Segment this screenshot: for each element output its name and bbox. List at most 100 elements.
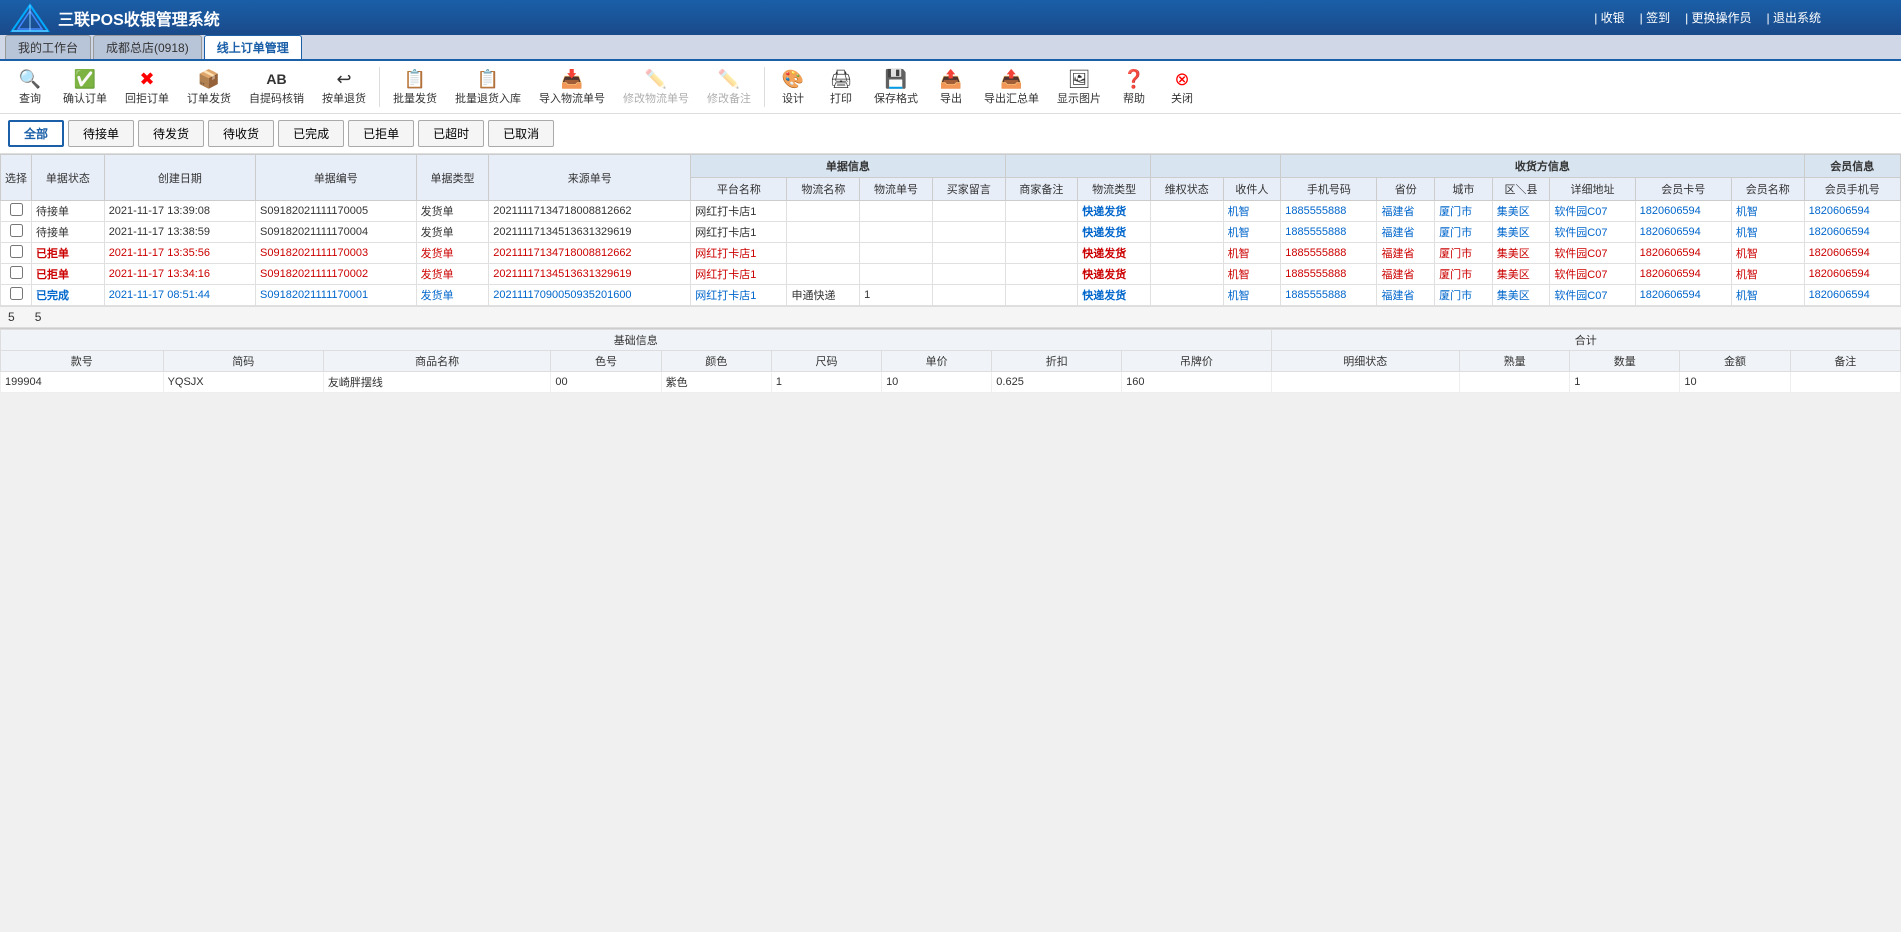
group-order-info: 单据信息 [691,155,1005,178]
send-label: 订单发货 [187,90,231,106]
detail-col-color-code: 色号 [551,351,661,372]
row-checkbox[interactable] [1,285,32,306]
col-status: 单据状态 [32,155,105,201]
row-city: 厦门市 [1435,285,1493,306]
detail-section: 基础信息 合计 款号 简码 商品名称 色号 颜色 尺码 单价 折扣 吊牌价 明细… [0,328,1901,393]
design-icon: 🎨 [782,68,804,90]
col-date: 创建日期 [104,155,255,201]
row-member-name: 机智 [1731,264,1804,285]
print-button[interactable]: 🖨 打印 [819,65,863,109]
return-icon: ↩ [336,68,351,90]
row-checkbox[interactable] [1,264,32,285]
table-row[interactable]: 待接单 2021-11-17 13:39:08 S091820211111700… [1,201,1901,222]
row-member-card: 1820606594 [1635,243,1731,264]
row-logistics-name [787,243,860,264]
close-button[interactable]: ⊗ 关闭 [1160,65,1204,109]
row-member-name: 机智 [1731,243,1804,264]
row-checkbox[interactable] [1,243,32,264]
filter-waiting[interactable]: 待接单 [68,120,134,147]
export-merge-button[interactable]: 📤 导出汇总单 [977,65,1046,109]
tab-online-order[interactable]: 线上订单管理 [204,35,302,59]
detail-col-note: 备注 [1790,351,1900,372]
import-label: 导入物流单号 [539,90,605,106]
table-row[interactable]: 已拒单 2021-11-17 13:35:56 S091820211111700… [1,243,1901,264]
row-address: 软件园C07 [1550,285,1635,306]
group-logistics [1150,155,1280,178]
print-icon: 🖨 [830,68,853,90]
table-row[interactable]: 已拒单 2021-11-17 13:34:16 S091820211111700… [1,264,1901,285]
row-address: 软件园C07 [1550,222,1635,243]
detail-row[interactable]: 199904 YQSJX 友崎胖摆线 00 紫色 1 10 0.625 160 … [1,372,1901,393]
detail-name: 友崎胖摆线 [323,372,551,393]
export-merge-icon: 📤 [1000,68,1022,90]
filter-completed[interactable]: 已完成 [278,120,344,147]
tab-work[interactable]: 我的工作台 [5,35,91,59]
filter-to-receive[interactable]: 待收货 [208,120,274,147]
filter-cancelled[interactable]: 已取消 [488,120,554,147]
send-order-button[interactable]: 📦 订单发货 [180,65,238,109]
row-member-card: 1820606594 [1635,285,1731,306]
save-format-button[interactable]: 💾 保存格式 [867,65,925,109]
edit-note-button[interactable]: ✏️ 修改备注 [700,65,758,109]
batch-return-button[interactable]: 📋 批量退货入库 [448,65,528,109]
row-buyer-note [932,264,1005,285]
self-pickup-icon: AB [266,68,286,90]
row-province: 福建省 [1377,243,1435,264]
toolbar: 🔍 查询 ✅ 确认订单 ✖ 回拒订单 📦 订单发货 AB 自提码核销 ↩ 按单退… [0,61,1901,114]
row-type: 发货单 [416,285,489,306]
detail-price: 10 [882,372,992,393]
menu-change-op[interactable]: | 更换操作员 [1685,9,1751,26]
filter-all[interactable]: 全部 [8,120,64,147]
row-checkbox[interactable] [1,201,32,222]
return-label: 按单退货 [322,90,366,106]
col-district: 区＼县 [1492,178,1550,201]
save-format-label: 保存格式 [874,90,918,106]
total-count: 5 [8,310,15,324]
help-button[interactable]: ❓ 帮助 [1112,65,1156,109]
filter-rejected[interactable]: 已拒单 [348,120,414,147]
menu-exit[interactable]: | 退出系统 [1767,9,1821,26]
self-pickup-label: 自提码核销 [249,90,304,106]
tab-chengdu[interactable]: 成都总店(0918) [93,35,202,59]
detail-col-qty-box: 熟量 [1459,351,1569,372]
show-image-button[interactable]: 🖼 显示图片 [1050,65,1108,109]
filter-overtime[interactable]: 已超时 [418,120,484,147]
menu-qiandao[interactable]: | 签到 [1640,9,1670,26]
table-row[interactable]: 待接单 2021-11-17 13:38:59 S091820211111700… [1,222,1901,243]
row-logistics-name: 申通快递 [787,285,860,306]
row-date: 2021-11-17 13:34:16 [104,264,255,285]
confirm-order-button[interactable]: ✅ 确认订单 [56,65,114,109]
reject-icon: ✖ [139,68,154,90]
row-status: 待接单 [32,201,105,222]
table-wrapper[interactable]: 选择 单据状态 创建日期 单据编号 单据类型 来源单号 单据信息 收货方信息 会… [0,154,1901,306]
self-pickup-button[interactable]: AB 自提码核销 [242,65,311,109]
menu-shoyin[interactable]: | 收银 [1594,9,1624,26]
design-button[interactable]: 🎨 设计 [771,65,815,109]
col-province: 省份 [1377,178,1435,201]
col-buyer-note: 买家留言 [932,178,1005,201]
batch-send-button[interactable]: 📋 批量发货 [386,65,444,109]
import-logistics-button[interactable]: 📥 导入物流单号 [532,65,612,109]
row-status: 已拒单 [32,243,105,264]
detail-group-total: 合计 [1271,330,1900,351]
detail-color: 紫色 [661,372,771,393]
row-rights [1150,285,1223,306]
col-address: 详细地址 [1550,178,1635,201]
detail-style: 199904 [1,372,164,393]
row-member-phone: 1820606594 [1804,222,1900,243]
row-phone: 1885555888 [1281,222,1377,243]
return-button[interactable]: ↩ 按单退货 [315,65,373,109]
app-title: 三联POS收银管理系统 [58,6,220,30]
filter-to-send[interactable]: 待发货 [138,120,204,147]
row-receiver: 机智 [1223,201,1281,222]
tab-bar: 我的工作台 成都总店(0918) 线上订单管理 [0,35,1901,61]
row-date: 2021-11-17 13:39:08 [104,201,255,222]
row-checkbox[interactable] [1,222,32,243]
reject-order-button[interactable]: ✖ 回拒订单 [118,65,176,109]
pager-bar: 5 5 [0,306,1901,328]
query-button[interactable]: 🔍 查询 [8,65,52,109]
export-button[interactable]: 📤 导出 [929,65,973,109]
edit-logistics-button[interactable]: ✏️ 修改物流单号 [616,65,696,109]
row-logistics-type: 快递发货 [1078,222,1151,243]
table-row[interactable]: 已完成 2021-11-17 08:51:44 S091820211111700… [1,285,1901,306]
